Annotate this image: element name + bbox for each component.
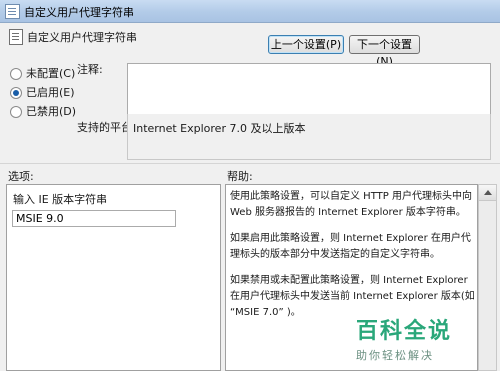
scroll-up-arrow-icon[interactable]: [479, 185, 496, 201]
ie-version-input[interactable]: [12, 210, 176, 227]
watermark-subtitle: 助你轻松解决: [356, 349, 434, 362]
radio-label: 已禁用(D): [26, 105, 77, 118]
comment-label: 注释:: [77, 63, 103, 76]
help-paragraph: 使用此策略设置，可以自定义 HTTP 用户代理标头中向 Web 服务器报告的 I…: [230, 191, 472, 218]
options-heading: 选项:: [8, 170, 34, 183]
help-heading: 帮助:: [227, 170, 253, 183]
policy-icon: [9, 29, 23, 45]
divider: [0, 163, 500, 164]
radio-enabled[interactable]: 已启用(E): [10, 84, 75, 100]
next-setting-button[interactable]: 下一个设置(N): [349, 35, 420, 68]
window-title: 自定义用户代理字符串: [24, 6, 134, 19]
title-bar: 自定义用户代理字符串: [0, 0, 500, 23]
radio-circle[interactable]: [10, 68, 22, 80]
supported-platform-box: Internet Explorer 7.0 及以上版本: [127, 114, 491, 160]
radio-not-configured[interactable]: 未配置(C): [10, 65, 75, 81]
radio-label: 未配置(C): [26, 67, 76, 80]
policy-icon: [5, 4, 20, 19]
watermark-title: 百科全说: [356, 319, 453, 344]
watermark: 百科全说 助你轻松解决: [356, 313, 452, 363]
platform-value: Internet Explorer 7.0 及以上版本: [133, 122, 306, 135]
radio-circle[interactable]: [10, 87, 22, 99]
help-scrollbar[interactable]: [478, 184, 497, 371]
radio-circle[interactable]: [10, 106, 22, 118]
previous-setting-button[interactable]: 上一个设置(P): [268, 35, 344, 54]
radio-label: 已启用(E): [26, 86, 75, 99]
ie-version-label: 输入 IE 版本字符串: [13, 193, 108, 206]
options-panel: 输入 IE 版本字符串: [6, 184, 221, 371]
radio-disabled[interactable]: 已禁用(D): [10, 103, 76, 119]
help-paragraph: 如果启用此策略设置，则 Internet Explorer 在用户代理标头的版本…: [230, 233, 471, 260]
setting-title: 自定义用户代理字符串: [27, 31, 137, 44]
policy-dialog: 自定义用户代理字符串 上一个设置(P) 下一个设置(N) 未配置(C) 已启用(…: [0, 23, 500, 371]
